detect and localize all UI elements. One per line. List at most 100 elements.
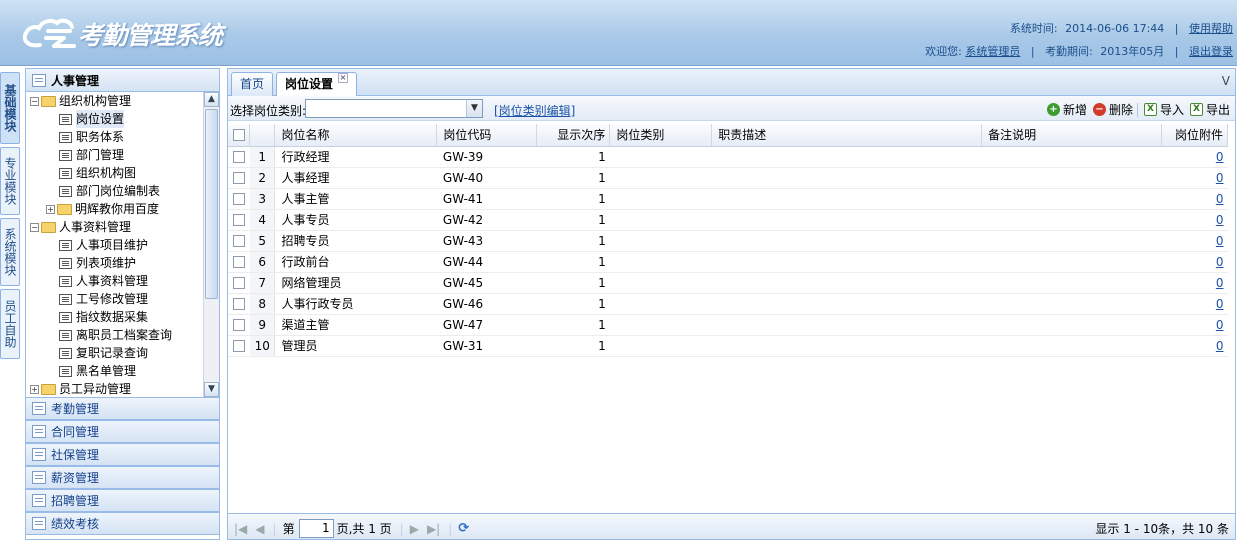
column-header[interactable]: 职责描述 — [711, 124, 983, 147]
tab-close-icon[interactable]: × — [338, 73, 349, 83]
tab-position-settings[interactable]: 岗位设置 × — [276, 72, 358, 97]
tree-node[interactable]: 复职记录查询 — [26, 344, 203, 362]
column-header[interactable]: 岗位附件 — [1161, 124, 1229, 147]
vtab-basic-module[interactable]: 基础模块 — [0, 72, 20, 144]
sidebar-section[interactable]: 考勤管理 — [26, 397, 219, 420]
table-row[interactable]: 3 人事主管 GW-41 1 0 — [228, 188, 1228, 210]
tree-node[interactable]: 组织机构图 — [26, 164, 203, 182]
row-checkbox[interactable] — [228, 146, 250, 168]
row-checkbox[interactable] — [228, 188, 250, 210]
attachment-link[interactable]: 0 — [1216, 339, 1224, 353]
column-header[interactable]: 备注说明 — [981, 124, 1162, 147]
attachment-link[interactable]: 0 — [1216, 255, 1224, 269]
tree-node[interactable]: + 明辉教你用百度 — [26, 200, 203, 218]
tab-home[interactable]: 首页 — [231, 72, 274, 96]
tab-menu-icon[interactable]: V — [1222, 74, 1230, 88]
add-button[interactable]: + 新增 — [1046, 101, 1087, 118]
sidebar-section[interactable]: 社保管理 — [26, 443, 219, 466]
category-edit-link[interactable]: [岗位类别编辑] — [494, 102, 575, 119]
attachment-link[interactable]: 0 — [1216, 318, 1224, 332]
tree-node[interactable]: 工号修改管理 — [26, 290, 203, 308]
chevron-down-icon[interactable]: ▼ — [466, 100, 482, 117]
tree-node[interactable]: 离职员工档案查询 — [26, 326, 203, 344]
tree-node[interactable]: 岗位设置 — [26, 110, 203, 128]
vtab-employee-self-service[interactable]: 员工自助 — [0, 289, 20, 359]
row-checkbox[interactable] — [228, 209, 250, 231]
attachment-link[interactable]: 0 — [1216, 297, 1224, 311]
help-link[interactable]: 使用帮助 — [1189, 22, 1233, 35]
scroll-down-icon[interactable]: ▼ — [204, 382, 219, 397]
attachment-link[interactable]: 0 — [1216, 192, 1224, 206]
expand-icon[interactable]: + — [46, 204, 55, 214]
logout-link[interactable]: 退出登录 — [1189, 45, 1233, 58]
tree-scrollbar[interactable]: ▲ ▼ — [203, 92, 219, 397]
category-select[interactable]: ▼ — [305, 99, 483, 118]
export-button[interactable]: X 导出 — [1189, 101, 1230, 118]
scroll-thumb[interactable] — [205, 109, 218, 299]
sidebar-section-label: 招聘管理 — [51, 494, 100, 508]
first-page-icon[interactable]: |◀ — [234, 522, 247, 536]
table-row[interactable]: 1 行政经理 GW-39 1 0 — [228, 146, 1228, 168]
attachment-link[interactable]: 0 — [1216, 171, 1224, 185]
column-header[interactable]: 岗位类别 — [609, 124, 713, 147]
table-row[interactable]: 9 渠道主管 GW-47 1 0 — [228, 314, 1228, 336]
row-checkbox[interactable] — [228, 167, 250, 189]
column-header[interactable]: 岗位名称 — [274, 124, 438, 147]
row-checkbox[interactable] — [228, 314, 250, 336]
sidebar-section[interactable]: 绩效考核 — [26, 512, 219, 535]
tree-node[interactable]: 职务体系 — [26, 128, 203, 146]
delete-button[interactable]: − 删除 — [1092, 101, 1138, 118]
sidebar-section-label: 绩效考核 — [51, 517, 100, 531]
attachment-link[interactable]: 0 — [1216, 213, 1224, 227]
current-user-link[interactable]: 系统管理员 — [965, 45, 1020, 58]
tree-node[interactable]: 人事资料管理 — [26, 272, 203, 290]
row-checkbox[interactable] — [228, 251, 250, 273]
table-row[interactable]: 8 人事行政专员 GW-46 1 0 — [228, 293, 1228, 315]
row-checkbox[interactable] — [228, 272, 250, 294]
column-header[interactable]: 显示次序 — [536, 124, 611, 147]
sidebar-section[interactable]: 招聘管理 — [26, 489, 219, 512]
tree-node[interactable]: 黑名单管理 — [26, 362, 203, 380]
table-row[interactable]: 6 行政前台 GW-44 1 0 — [228, 251, 1228, 273]
vtab-system-module[interactable]: 系统模块 — [0, 218, 20, 286]
folder-icon — [41, 383, 56, 395]
prev-page-icon[interactable]: ◀ — [255, 522, 264, 536]
tree-node[interactable]: 部门管理 — [26, 146, 203, 164]
section-hr-management[interactable]: 人事管理 — [26, 69, 219, 92]
tree-node-label: 职务体系 — [76, 130, 125, 144]
attachment-link[interactable]: 0 — [1216, 150, 1224, 164]
expand-icon[interactable]: + — [30, 384, 39, 394]
tree-node[interactable]: − 人事资料管理 — [26, 218, 203, 236]
tree-node[interactable]: 部门岗位编制表 — [26, 182, 203, 200]
page-number-input[interactable]: 1 — [298, 519, 334, 538]
next-page-icon[interactable]: ▶ — [410, 522, 419, 536]
table-row[interactable]: 10 管理员 GW-31 1 0 — [228, 335, 1228, 357]
sidebar-section[interactable]: 合同管理 — [26, 420, 219, 443]
collapse-icon[interactable]: − — [30, 96, 39, 106]
tree-node[interactable]: 列表项维护 — [26, 254, 203, 272]
row-checkbox[interactable] — [228, 335, 250, 357]
refresh-icon[interactable]: ⟳ — [458, 521, 469, 536]
tree-node-label: 指纹数据采集 — [76, 310, 149, 324]
column-header[interactable]: 岗位代码 — [436, 124, 538, 147]
collapse-icon[interactable]: − — [30, 222, 39, 232]
table-row[interactable]: 2 人事经理 GW-40 1 0 — [228, 167, 1228, 189]
row-checkbox[interactable] — [228, 293, 250, 315]
row-checkbox[interactable] — [228, 230, 250, 252]
tree-node[interactable]: 人事项目维护 — [26, 236, 203, 254]
table-row[interactable]: 4 人事专员 GW-42 1 0 — [228, 209, 1228, 231]
scroll-up-icon[interactable]: ▲ — [204, 92, 219, 107]
tree-node[interactable]: + 员工异动管理 — [26, 380, 203, 397]
sidebar-section-label: 社保管理 — [51, 448, 100, 462]
tree-node[interactable]: − 组织机构管理 — [26, 92, 203, 110]
table-row[interactable]: 7 网络管理员 GW-45 1 0 — [228, 272, 1228, 294]
tree-node[interactable]: 指纹数据采集 — [26, 308, 203, 326]
table-row[interactable]: 5 招聘专员 GW-43 1 0 — [228, 230, 1228, 252]
import-button[interactable]: X 导入 — [1143, 101, 1184, 118]
sidebar-section[interactable]: 薪资管理 — [26, 466, 219, 489]
attachment-link[interactable]: 0 — [1216, 276, 1224, 290]
last-page-icon[interactable]: ▶| — [427, 522, 440, 536]
vtab-professional-module[interactable]: 专业模块 — [0, 147, 20, 215]
select-all-checkbox[interactable] — [228, 124, 251, 147]
attachment-link[interactable]: 0 — [1216, 234, 1224, 248]
